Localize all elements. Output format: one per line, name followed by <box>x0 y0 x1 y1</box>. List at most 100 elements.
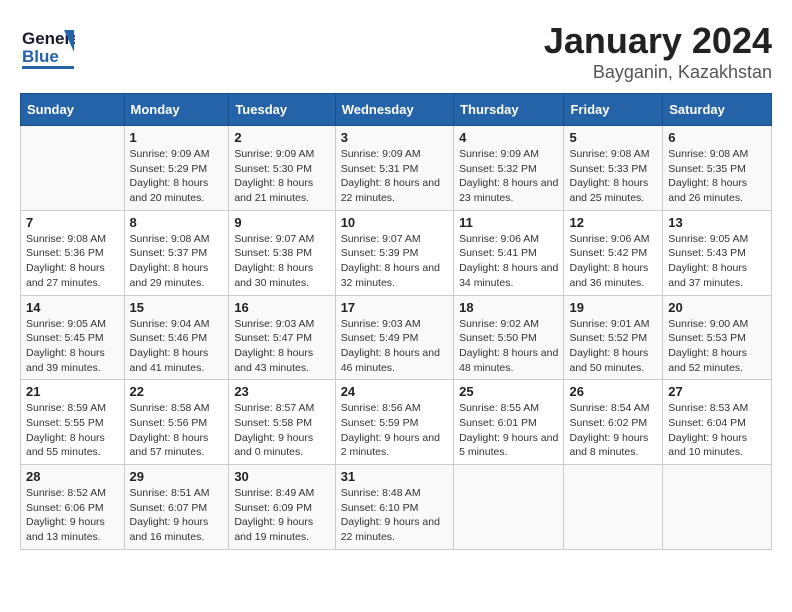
table-row: 12 Sunrise: 9:06 AMSunset: 5:42 PMDayligh… <box>564 210 663 295</box>
table-row: 29Sunrise: 8:51 AMSunset: 6:07 PMDayligh… <box>124 465 229 550</box>
day-detail: Sunrise: 8:55 AMSunset: 6:01 PMDaylight:… <box>459 401 558 460</box>
day-detail: Sunrise: 9:07 AMSunset: 5:38 PMDaylight:… <box>234 232 329 291</box>
table-row: 1Sunrise: 9:09 AMSunset: 5:29 PMDaylight… <box>124 126 229 211</box>
day-number: 12 <box>569 215 657 230</box>
table-row: 2 Sunrise: 9:09 AMSunset: 5:30 PMDaylight… <box>229 126 335 211</box>
table-row <box>663 465 772 550</box>
day-detail: Sunrise: 8:59 AMSunset: 5:55 PMDaylight:… <box>26 401 119 460</box>
table-row: 11Sunrise: 9:06 AMSunset: 5:41 PMDayligh… <box>454 210 564 295</box>
calendar-week-row: 7 Sunrise: 9:08 AMSunset: 5:36 PMDaylight… <box>21 210 772 295</box>
day-detail: Sunrise: 8:54 AMSunset: 6:02 PMDaylight:… <box>569 401 657 460</box>
table-row: 3 Sunrise: 9:09 AMSunset: 5:31 PMDaylight… <box>335 126 453 211</box>
day-number: 24 <box>341 384 448 399</box>
day-number: 26 <box>569 384 657 399</box>
day-number: 18 <box>459 300 558 315</box>
page-title: January 2024 <box>544 20 772 62</box>
svg-text:Blue: Blue <box>22 47 59 66</box>
day-detail: Sunrise: 9:06 AMSunset: 5:41 PMDaylight:… <box>459 232 558 291</box>
table-row: 20Sunrise: 9:00 AMSunset: 5:53 PMDayligh… <box>663 295 772 380</box>
table-row: 26 Sunrise: 8:54 AMSunset: 6:02 PMDayligh… <box>564 380 663 465</box>
day-detail: Sunrise: 9:08 AMSunset: 5:37 PMDaylight:… <box>130 232 224 291</box>
day-number: 7 <box>26 215 119 230</box>
table-row: 30 Sunrise: 8:49 AMSunset: 6:09 PMDayligh… <box>229 465 335 550</box>
table-row: 31 Sunrise: 8:48 AMSunset: 6:10 PMDayligh… <box>335 465 453 550</box>
table-row: 9 Sunrise: 9:07 AMSunset: 5:38 PMDaylight… <box>229 210 335 295</box>
day-number: 31 <box>341 469 448 484</box>
day-detail: Sunrise: 8:52 AMSunset: 6:06 PMDaylight:… <box>26 486 119 545</box>
page-subtitle: Bayganin, Kazakhstan <box>544 62 772 83</box>
col-saturday: Saturday <box>663 94 772 126</box>
table-row: 25 Sunrise: 8:55 AMSunset: 6:01 PMDayligh… <box>454 380 564 465</box>
col-friday: Friday <box>564 94 663 126</box>
day-number: 8 <box>130 215 224 230</box>
day-detail: Sunrise: 9:05 AMSunset: 5:45 PMDaylight:… <box>26 317 119 376</box>
table-row: 16Sunrise: 9:03 AMSunset: 5:47 PMDayligh… <box>229 295 335 380</box>
day-number: 27 <box>668 384 766 399</box>
day-number: 25 <box>459 384 558 399</box>
day-detail: Sunrise: 9:08 AMSunset: 5:36 PMDaylight:… <box>26 232 119 291</box>
table-row: 21 Sunrise: 8:59 AMSunset: 5:55 PMDayligh… <box>21 380 125 465</box>
table-row: 15Sunrise: 9:04 AMSunset: 5:46 PMDayligh… <box>124 295 229 380</box>
table-row: 6 Sunrise: 9:08 AMSunset: 5:35 PMDaylight… <box>663 126 772 211</box>
day-number: 14 <box>26 300 119 315</box>
day-number: 10 <box>341 215 448 230</box>
table-row: 13Sunrise: 9:05 AMSunset: 5:43 PMDayligh… <box>663 210 772 295</box>
day-number: 28 <box>26 469 119 484</box>
day-detail: Sunrise: 8:57 AMSunset: 5:58 PMDaylight:… <box>234 401 329 460</box>
day-number: 2 <box>234 130 329 145</box>
day-detail: Sunrise: 9:03 AMSunset: 5:47 PMDaylight:… <box>234 317 329 376</box>
day-detail: Sunrise: 8:48 AMSunset: 6:10 PMDaylight:… <box>341 486 448 545</box>
table-row: 24 Sunrise: 8:56 AMSunset: 5:59 PMDayligh… <box>335 380 453 465</box>
table-row: 7 Sunrise: 9:08 AMSunset: 5:36 PMDaylight… <box>21 210 125 295</box>
day-detail: Sunrise: 9:08 AMSunset: 5:35 PMDaylight:… <box>668 147 766 206</box>
table-row <box>564 465 663 550</box>
day-number: 23 <box>234 384 329 399</box>
table-row: 22Sunrise: 8:58 AMSunset: 5:56 PMDayligh… <box>124 380 229 465</box>
day-detail: Sunrise: 9:08 AMSunset: 5:33 PMDaylight:… <box>569 147 657 206</box>
table-row: 4 Sunrise: 9:09 AMSunset: 5:32 PMDaylight… <box>454 126 564 211</box>
table-row: 18 Sunrise: 9:02 AMSunset: 5:50 PMDayligh… <box>454 295 564 380</box>
day-number: 6 <box>668 130 766 145</box>
calendar-header-row: Sunday Monday Tuesday Wednesday Thursday… <box>21 94 772 126</box>
day-number: 1 <box>130 130 224 145</box>
day-detail: Sunrise: 9:02 AMSunset: 5:50 PMDaylight:… <box>459 317 558 376</box>
table-row: 8 Sunrise: 9:08 AMSunset: 5:37 PMDaylight… <box>124 210 229 295</box>
logo: General Blue <box>20 20 75 75</box>
table-row: 10 Sunrise: 9:07 AMSunset: 5:39 PMDayligh… <box>335 210 453 295</box>
day-number: 19 <box>569 300 657 315</box>
day-detail: Sunrise: 9:09 AMSunset: 5:30 PMDaylight:… <box>234 147 329 206</box>
day-detail: Sunrise: 9:06 AMSunset: 5:42 PMDaylight:… <box>569 232 657 291</box>
day-number: 21 <box>26 384 119 399</box>
table-row: 28 Sunrise: 8:52 AMSunset: 6:06 PMDayligh… <box>21 465 125 550</box>
day-number: 17 <box>341 300 448 315</box>
calendar-week-row: 14 Sunrise: 9:05 AMSunset: 5:45 PMDayligh… <box>21 295 772 380</box>
day-number: 22 <box>130 384 224 399</box>
calendar-week-row: 28 Sunrise: 8:52 AMSunset: 6:06 PMDayligh… <box>21 465 772 550</box>
table-row: 14 Sunrise: 9:05 AMSunset: 5:45 PMDayligh… <box>21 295 125 380</box>
day-number: 15 <box>130 300 224 315</box>
day-number: 29 <box>130 469 224 484</box>
day-number: 3 <box>341 130 448 145</box>
table-row <box>21 126 125 211</box>
day-number: 13 <box>668 215 766 230</box>
day-detail: Sunrise: 9:03 AMSunset: 5:49 PMDaylight:… <box>341 317 448 376</box>
day-detail: Sunrise: 8:49 AMSunset: 6:09 PMDaylight:… <box>234 486 329 545</box>
day-number: 20 <box>668 300 766 315</box>
day-detail: Sunrise: 8:53 AMSunset: 6:04 PMDaylight:… <box>668 401 766 460</box>
day-detail: Sunrise: 8:56 AMSunset: 5:59 PMDaylight:… <box>341 401 448 460</box>
table-row <box>454 465 564 550</box>
title-block: January 2024 Bayganin, Kazakhstan <box>544 20 772 83</box>
day-detail: Sunrise: 9:01 AMSunset: 5:52 PMDaylight:… <box>569 317 657 376</box>
day-number: 9 <box>234 215 329 230</box>
day-detail: Sunrise: 9:07 AMSunset: 5:39 PMDaylight:… <box>341 232 448 291</box>
day-detail: Sunrise: 9:09 AMSunset: 5:32 PMDaylight:… <box>459 147 558 206</box>
day-number: 4 <box>459 130 558 145</box>
calendar-table: Sunday Monday Tuesday Wednesday Thursday… <box>20 93 772 550</box>
day-number: 30 <box>234 469 329 484</box>
col-monday: Monday <box>124 94 229 126</box>
col-thursday: Thursday <box>454 94 564 126</box>
day-detail: Sunrise: 9:09 AMSunset: 5:31 PMDaylight:… <box>341 147 448 206</box>
page-header: General Blue January 2024 Bayganin, Kaza… <box>20 20 772 83</box>
table-row: 23 Sunrise: 8:57 AMSunset: 5:58 PMDayligh… <box>229 380 335 465</box>
col-sunday: Sunday <box>21 94 125 126</box>
